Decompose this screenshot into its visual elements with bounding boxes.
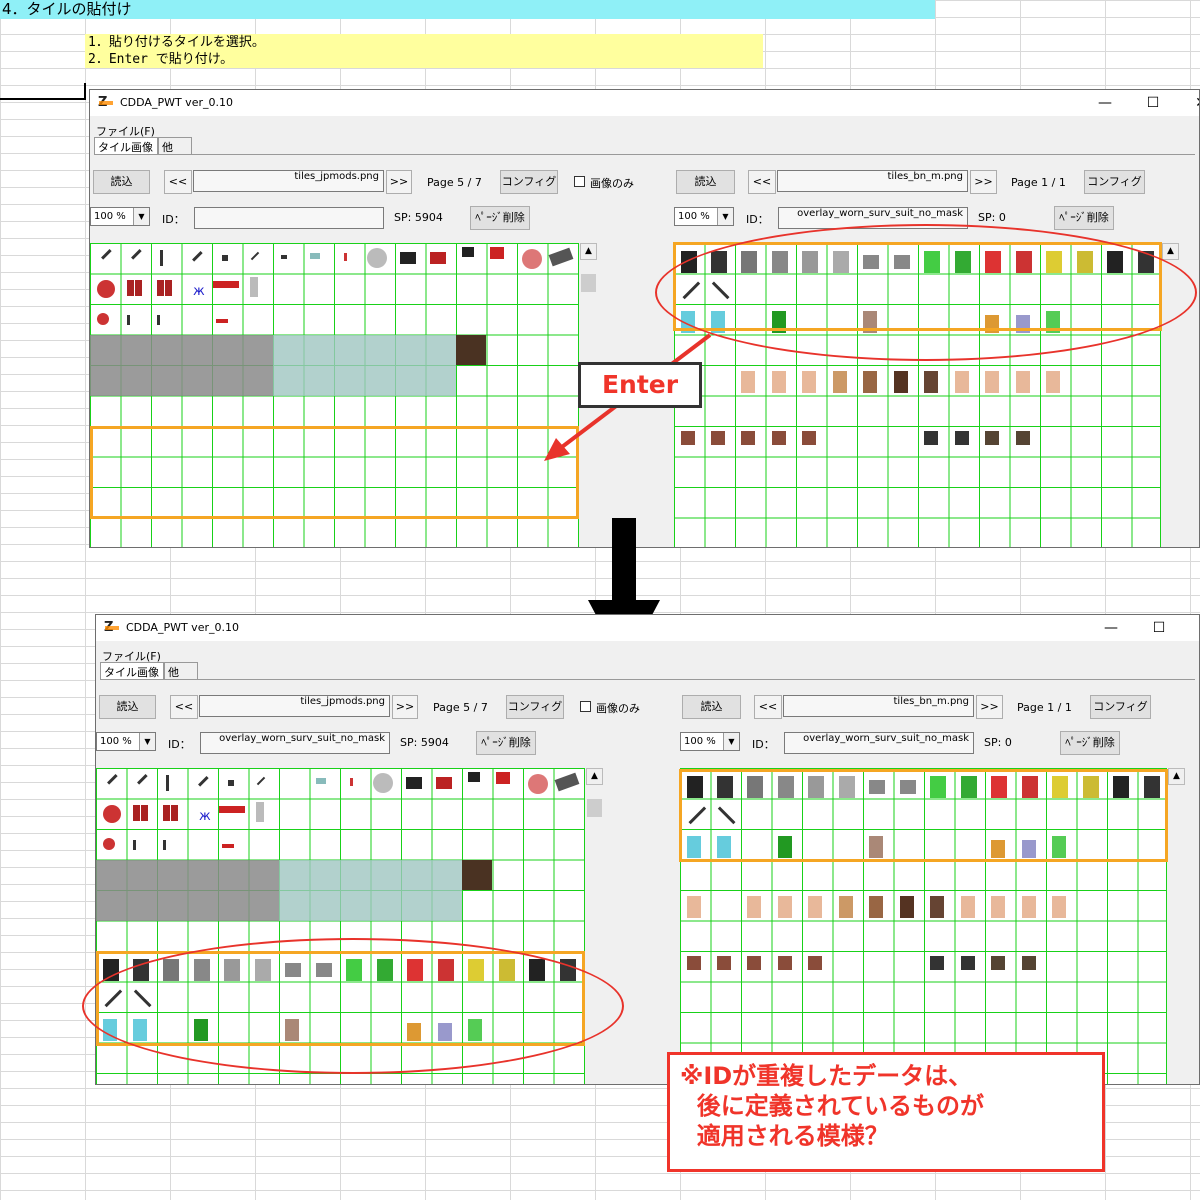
- instruction-step-1: 1．貼り付けるタイルを選択。: [88, 35, 265, 50]
- right-config-button[interactable]: コンフィグ: [1084, 170, 1145, 194]
- right-sp-counter: SP: 0: [978, 211, 1006, 224]
- note-line-3: 適用される模様？: [680, 1122, 889, 1150]
- pasted-highlight-oval: [82, 938, 624, 1074]
- chevron-down-icon: ▼: [139, 733, 155, 750]
- maximize-button[interactable]: ☐: [1138, 93, 1168, 113]
- right-config-button[interactable]: コンフィグ: [1090, 695, 1151, 719]
- scroll-up-arrow-icon[interactable]: ▲: [1168, 768, 1185, 785]
- right-sp-counter: SP: 0: [984, 736, 1012, 749]
- tab-other[interactable]: 他: [164, 662, 198, 680]
- left-file-name-field[interactable]: tiles_jpmods.png: [199, 695, 390, 717]
- scroll-up-arrow-icon[interactable]: ▲: [586, 768, 603, 785]
- chevron-down-icon: ▼: [723, 733, 739, 750]
- source-tiles-selection: [679, 769, 1168, 862]
- left-prev-page-button[interactable]: <<: [164, 170, 192, 194]
- scroll-up-arrow-icon[interactable]: ▲: [1162, 243, 1179, 260]
- right-id-label: ID：: [752, 738, 775, 751]
- scroll-up-arrow-icon[interactable]: ▲: [580, 243, 597, 260]
- scroll-thumb[interactable]: [581, 274, 596, 292]
- right-prev-page-button[interactable]: <<: [754, 695, 782, 719]
- svg-text:ж: ж: [193, 284, 205, 299]
- left-config-button[interactable]: コンフィグ: [500, 170, 558, 194]
- close-button[interactable]: ✕: [1186, 93, 1199, 113]
- right-prev-page-button[interactable]: <<: [748, 170, 776, 194]
- left-next-page-button[interactable]: >>: [386, 170, 412, 194]
- right-page-indicator: Page 1 / 1: [1011, 176, 1066, 189]
- enter-key-label: Enter: [578, 362, 702, 408]
- right-zoom-value: 100 %: [684, 736, 716, 747]
- note-line-2: 後に定義されているものが: [680, 1092, 984, 1120]
- note-callout: ※IDが重複したデータは、 後に定義されているものが 適用される模様？: [667, 1052, 1105, 1172]
- right-delete-page-button[interactable]: ﾍﾟｰｼﾞ削除: [1054, 206, 1114, 230]
- chevron-down-icon: ▼: [133, 208, 149, 225]
- right-next-page-button[interactable]: >>: [970, 170, 997, 194]
- right-file-name-field[interactable]: tiles_bn_m.png: [777, 170, 968, 192]
- tab-tile-images[interactable]: タイル画像: [100, 662, 164, 680]
- left-file-name-field[interactable]: tiles_jpmods.png: [193, 170, 384, 192]
- right-zoom-select[interactable]: 100 % ▼: [680, 732, 740, 751]
- window-title: CDDA_PWT ver_0.10: [120, 96, 233, 109]
- left-delete-page-button[interactable]: ﾍﾟｰｼﾞ削除: [470, 206, 530, 230]
- selected-cell[interactable]: [0, 83, 86, 100]
- left-prev-page-button[interactable]: <<: [170, 695, 198, 719]
- left-page-indicator: Page 5 / 7: [427, 176, 482, 189]
- left-zoom-value: 100 %: [94, 211, 126, 222]
- image-only-label: 画像のみ: [590, 177, 634, 190]
- title-bar: Z CDDA_PWT ver_0.10 — ☐: [96, 615, 1199, 641]
- right-page-indicator: Page 1 / 1: [1017, 701, 1072, 714]
- paste-target-selection: [90, 426, 579, 519]
- tab-other[interactable]: 他: [158, 137, 192, 155]
- left-sp-counter: SP: 5904: [394, 211, 443, 224]
- right-load-button[interactable]: 読込: [676, 170, 735, 194]
- svg-text:ж: ж: [199, 809, 211, 824]
- right-file-name-field[interactable]: tiles_bn_m.png: [783, 695, 974, 717]
- left-id-label: ID：: [162, 213, 185, 226]
- right-load-button[interactable]: 読込: [682, 695, 741, 719]
- maximize-button[interactable]: ☐: [1144, 618, 1174, 638]
- left-next-page-button[interactable]: >>: [392, 695, 418, 719]
- left-page-indicator: Page 5 / 7: [433, 701, 488, 714]
- minimize-button[interactable]: —: [1090, 93, 1120, 113]
- right-id-label: ID：: [746, 213, 769, 226]
- instruction-step-2: 2．Enter で貼り付け。: [88, 52, 234, 67]
- left-delete-page-button[interactable]: ﾍﾟｰｼﾞ削除: [476, 731, 536, 755]
- left-load-button[interactable]: 読込: [99, 695, 156, 719]
- tab-divider: [100, 679, 1195, 680]
- left-zoom-select[interactable]: 100 % ▼: [96, 732, 156, 751]
- sheet-title: 4．タイルの貼付け: [0, 0, 935, 19]
- tab-divider: [94, 154, 1195, 155]
- right-next-page-button[interactable]: >>: [976, 695, 1003, 719]
- left-tiles-art: ж: [90, 247, 574, 396]
- window-title: CDDA_PWT ver_0.10: [126, 621, 239, 634]
- app-logo-icon: Z: [98, 96, 114, 110]
- image-only-checkbox[interactable]: [580, 701, 591, 712]
- right-scrollbar[interactable]: ▲: [1168, 768, 1185, 808]
- left-load-button[interactable]: 読込: [93, 170, 150, 194]
- right-zoom-value: 100 %: [678, 211, 710, 222]
- image-only-label: 画像のみ: [596, 702, 640, 715]
- left-sp-counter: SP: 5904: [400, 736, 449, 749]
- right-zoom-select[interactable]: 100 % ▼: [674, 207, 734, 226]
- right-delete-page-button[interactable]: ﾍﾟｰｼﾞ削除: [1060, 731, 1120, 755]
- left-id-field[interactable]: [194, 207, 384, 229]
- title-bar: Z CDDA_PWT ver_0.10 — ☐ ✕: [90, 90, 1199, 116]
- left-config-button[interactable]: コンフィグ: [506, 695, 564, 719]
- minimize-button[interactable]: —: [1096, 618, 1126, 638]
- left-zoom-value: 100 %: [100, 736, 132, 747]
- note-line-1: ※IDが重複したデータは、: [680, 1062, 973, 1090]
- chevron-down-icon: ▼: [717, 208, 733, 225]
- left-id-field[interactable]: overlay_worn_surv_suit_no_mask: [200, 732, 390, 754]
- tab-tile-images[interactable]: タイル画像: [94, 137, 158, 155]
- left-zoom-select[interactable]: 100 % ▼: [90, 207, 150, 226]
- right-id-field[interactable]: overlay_worn_surv_suit_no_mask: [784, 732, 974, 754]
- app-logo-icon: Z: [104, 621, 120, 635]
- image-only-checkbox[interactable]: [574, 176, 585, 187]
- scroll-thumb[interactable]: [587, 799, 602, 817]
- left-id-label: ID：: [168, 738, 191, 751]
